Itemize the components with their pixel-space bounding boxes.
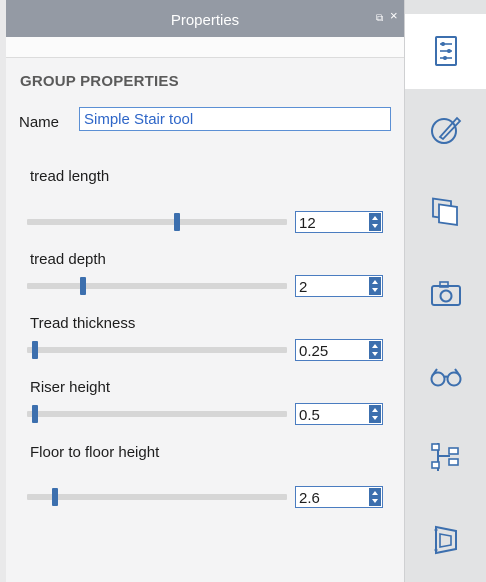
spinbox-tread-thickness[interactable]: 0.25 [295, 339, 383, 361]
spin-arrows-icon[interactable] [369, 341, 381, 359]
slider-floor-to-floor-height[interactable] [27, 488, 287, 506]
toolbar-display[interactable] [405, 345, 486, 405]
spin-arrows-icon[interactable] [369, 405, 381, 423]
spinbox-floor-to-floor-height[interactable]: 2.6 [295, 486, 383, 508]
param-label-tread-thickness: Tread thickness [30, 315, 136, 332]
spinbox-value[interactable]: 2.6 [299, 490, 320, 507]
spin-arrows-icon[interactable] [369, 488, 381, 506]
spinbox-tread-length[interactable]: 12 [295, 211, 383, 233]
slider-thumb[interactable] [52, 488, 59, 506]
toolbar-hierarchy[interactable] [405, 426, 486, 486]
toolbar-layers[interactable] [405, 180, 486, 240]
name-label: Name [19, 114, 60, 131]
param-label-floor-to-floor-height: Floor to floor height [30, 444, 160, 461]
name-field[interactable] [79, 107, 391, 131]
slider-thumb[interactable] [80, 277, 87, 295]
spinbox-value[interactable]: 2 [299, 279, 307, 296]
side-toolbar [404, 0, 486, 582]
spin-arrows-icon[interactable] [369, 277, 381, 295]
toolbar-storyboard[interactable] [405, 508, 486, 568]
spinbox-value[interactable]: 0.5 [299, 407, 320, 424]
materials-icon [431, 116, 462, 144]
storyboard-icon [434, 525, 457, 555]
display-glasses-icon [430, 368, 462, 387]
spinbox-riser-height[interactable]: 0.5 [295, 403, 383, 425]
slider-tread-depth[interactable] [27, 277, 287, 295]
param-label-tread-depth: tread depth [30, 251, 106, 268]
toolbar-materials[interactable] [405, 98, 486, 158]
slider-tread-length[interactable] [27, 213, 287, 231]
param-label-riser-height: Riser height [30, 379, 111, 396]
properties-icon [435, 36, 457, 66]
panel-titlebar: Properties ⧉ × [6, 0, 404, 37]
undock-icon[interactable]: ⧉ [376, 14, 383, 24]
slider-thumb[interactable] [32, 405, 39, 423]
slider-thumb[interactable] [32, 341, 39, 359]
hierarchy-icon [431, 443, 459, 471]
toolbar-camera[interactable] [405, 262, 486, 322]
section-title: GROUP PROPERTIES [20, 73, 179, 90]
panel-title: Properties [170, 12, 240, 29]
panel-subbar [6, 37, 404, 58]
camera-icon [431, 281, 461, 306]
properties-panel: Properties ⧉ × GROUP PROPERTIES Name tre… [6, 0, 404, 582]
layers-icon [432, 197, 458, 226]
slider-thumb[interactable] [174, 213, 181, 231]
slider-tread-thickness[interactable] [27, 341, 287, 359]
spin-arrows-icon[interactable] [369, 213, 381, 231]
spinbox-tread-depth[interactable]: 2 [295, 275, 383, 297]
spinbox-value[interactable]: 12 [299, 215, 316, 232]
toolbar-properties[interactable] [405, 14, 486, 89]
param-label-tread-length: tread length [30, 168, 110, 185]
close-icon[interactable]: × [390, 9, 398, 22]
slider-riser-height[interactable] [27, 405, 287, 423]
spinbox-value[interactable]: 0.25 [299, 343, 328, 360]
